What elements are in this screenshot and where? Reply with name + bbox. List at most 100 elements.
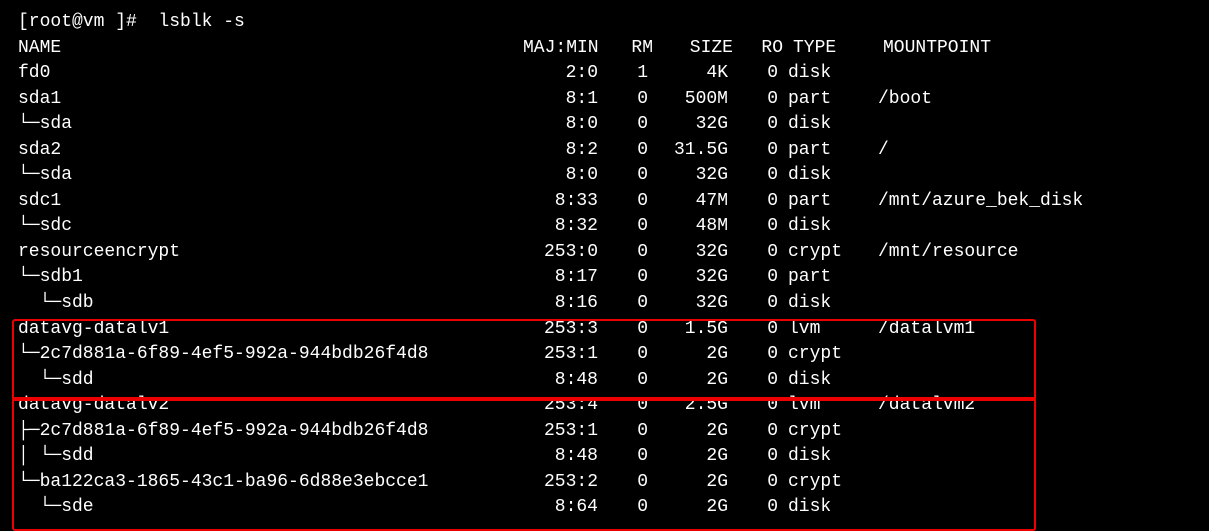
table-row: datavg-datalv1253:301.5G0lvm/datalvm1	[18, 317, 1191, 343]
cell-mount	[868, 291, 878, 317]
cell-mount	[868, 112, 878, 138]
command-prompt: [root@vm ]# lsblk -s	[18, 10, 1191, 36]
cell-size: 32G	[648, 163, 728, 189]
cell-rm: 0	[598, 368, 648, 394]
table-row: datavg-datalv2253:402.5G0lvm/datalvm2	[18, 393, 1191, 419]
cell-ro: 0	[728, 495, 778, 521]
cell-rm: 0	[598, 495, 648, 521]
cell-name: resourceencrypt	[18, 240, 518, 266]
cell-ro: 0	[728, 214, 778, 240]
cell-type: part	[778, 87, 868, 113]
table-row: └─sdb8:16032G0disk	[18, 291, 1191, 317]
cell-name: └─2c7d881a-6f89-4ef5-992a-944bdb26f4d8	[18, 342, 518, 368]
cell-ro: 0	[728, 317, 778, 343]
cell-size: 2G	[648, 368, 728, 394]
cell-rm: 0	[598, 291, 648, 317]
cell-mount	[868, 368, 878, 394]
table-row: └─2c7d881a-6f89-4ef5-992a-944bdb26f4d825…	[18, 342, 1191, 368]
cell-ro: 0	[728, 265, 778, 291]
cell-ro: 0	[728, 240, 778, 266]
cell-size: 2G	[648, 342, 728, 368]
cell-type: disk	[778, 444, 868, 470]
cell-majmin: 253:2	[518, 470, 598, 496]
cell-rm: 0	[598, 163, 648, 189]
cell-size: 4K	[648, 61, 728, 87]
table-header-row: NAME MAJ:MIN RM SIZE RO TYPE MOUNTPOINT	[18, 36, 1191, 62]
cell-mount: /mnt/resource	[868, 240, 1018, 266]
cell-majmin: 253:1	[518, 342, 598, 368]
cell-majmin: 8:48	[518, 368, 598, 394]
cell-majmin: 8:48	[518, 444, 598, 470]
cell-mount	[868, 265, 878, 291]
cell-mount	[868, 470, 878, 496]
cell-ro: 0	[728, 393, 778, 419]
cell-name: datavg-datalv1	[18, 317, 518, 343]
table-row: └─sdd8:4802G0disk	[18, 368, 1191, 394]
col-header-name: NAME	[18, 36, 518, 62]
cell-type: disk	[778, 495, 868, 521]
cell-type: crypt	[778, 419, 868, 445]
cell-ro: 0	[728, 189, 778, 215]
cell-size: 32G	[648, 112, 728, 138]
cell-name: └─sda	[18, 112, 518, 138]
cell-mount	[868, 495, 878, 521]
col-header-rm: RM	[603, 36, 653, 62]
cell-rm: 0	[598, 317, 648, 343]
cell-size: 2G	[648, 419, 728, 445]
cell-mount	[868, 444, 878, 470]
cell-ro: 0	[728, 138, 778, 164]
col-header-size: SIZE	[653, 36, 733, 62]
col-header-mount: MOUNTPOINT	[873, 36, 991, 62]
table-row: resourceencrypt253:0032G0crypt/mnt/resou…	[18, 240, 1191, 266]
col-header-majmin: MAJ:MIN	[518, 36, 603, 62]
cell-ro: 0	[728, 61, 778, 87]
cell-size: 500M	[648, 87, 728, 113]
cell-rm: 0	[598, 444, 648, 470]
cell-rm: 1	[598, 61, 648, 87]
cell-type: crypt	[778, 240, 868, 266]
cell-majmin: 2:0	[518, 61, 598, 87]
cell-mount	[868, 214, 878, 240]
cell-name: └─sdc	[18, 214, 518, 240]
cell-majmin: 8:2	[518, 138, 598, 164]
cell-mount	[868, 419, 878, 445]
cell-size: 1.5G	[648, 317, 728, 343]
cell-mount: /boot	[868, 87, 932, 113]
table-row: ├─2c7d881a-6f89-4ef5-992a-944bdb26f4d825…	[18, 419, 1191, 445]
table-row: └─ba122ca3-1865-43c1-ba96-6d88e3ebcce125…	[18, 470, 1191, 496]
cell-size: 47M	[648, 189, 728, 215]
cell-type: disk	[778, 163, 868, 189]
col-header-type: TYPE	[783, 36, 873, 62]
cell-name: │ └─sdd	[18, 444, 518, 470]
cell-size: 48M	[648, 214, 728, 240]
table-row: sda28:2031.5G0part/	[18, 138, 1191, 164]
cell-ro: 0	[728, 419, 778, 445]
table-row: └─sde8:6402G0disk	[18, 495, 1191, 521]
cell-majmin: 253:3	[518, 317, 598, 343]
cell-ro: 0	[728, 163, 778, 189]
cell-name: sdc1	[18, 189, 518, 215]
cell-type: disk	[778, 214, 868, 240]
cell-name: └─ba122ca3-1865-43c1-ba96-6d88e3ebcce1	[18, 470, 518, 496]
cell-ro: 0	[728, 368, 778, 394]
cell-ro: 0	[728, 112, 778, 138]
table-row: sdc18:33047M0part/mnt/azure_bek_disk	[18, 189, 1191, 215]
table-row: │ └─sdd8:4802G0disk	[18, 444, 1191, 470]
cell-name: └─sdd	[18, 368, 518, 394]
cell-rm: 0	[598, 419, 648, 445]
cell-type: disk	[778, 291, 868, 317]
cell-size: 32G	[648, 240, 728, 266]
cell-name: sda2	[18, 138, 518, 164]
cell-ro: 0	[728, 342, 778, 368]
cell-ro: 0	[728, 291, 778, 317]
cell-majmin: 8:32	[518, 214, 598, 240]
cell-name: └─sdb1	[18, 265, 518, 291]
cell-name: sda1	[18, 87, 518, 113]
cell-majmin: 8:64	[518, 495, 598, 521]
cell-size: 32G	[648, 265, 728, 291]
cell-type: part	[778, 265, 868, 291]
cell-rm: 0	[598, 87, 648, 113]
table-row: └─sda8:0032G0disk	[18, 112, 1191, 138]
cell-size: 32G	[648, 291, 728, 317]
cell-mount	[868, 342, 878, 368]
